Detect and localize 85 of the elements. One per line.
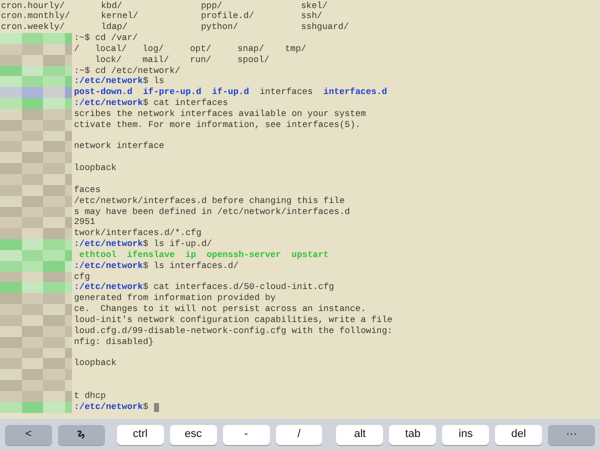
terminal-text: loopback bbox=[74, 163, 116, 174]
terminal-text: t dhcp bbox=[74, 390, 106, 402]
terminal-text: / bbox=[74, 44, 80, 55]
blurred-text bbox=[0, 239, 72, 250]
terminal-text: if-up.d bbox=[212, 87, 250, 98]
terminal-text: :/etc/network bbox=[74, 260, 143, 272]
terminal-text: loud-init's network configuration capabilities, write a file bbox=[74, 314, 392, 326]
keyboard-key[interactable]: ··· bbox=[548, 424, 595, 444]
terminal-text: kbd/ bbox=[101, 0, 122, 12]
blurred-text bbox=[0, 87, 72, 98]
terminal-text: ppp/ bbox=[201, 0, 222, 12]
terminal-text: :/etc/network bbox=[74, 402, 143, 413]
terminal-text: snap/ bbox=[238, 44, 264, 55]
blurred-text bbox=[0, 66, 72, 76]
terminal-text: cron.monthly/ bbox=[1, 11, 70, 22]
terminal-text: $ cat interfaces bbox=[143, 98, 228, 109]
terminal-text: opt/ bbox=[190, 44, 212, 55]
terminal-text: ce. Changes to it will not persist across an instance. bbox=[74, 304, 366, 315]
terminal-text: lock/ bbox=[95, 54, 122, 66]
keyboard-key[interactable]: ins bbox=[442, 424, 490, 444]
blurred-text bbox=[0, 76, 72, 88]
blurred-text bbox=[0, 250, 72, 261]
keyboard-key[interactable]: ctrl bbox=[116, 424, 164, 444]
terminal-text: openssh-server bbox=[206, 250, 281, 261]
terminal-text: $ ls if-up.d/ bbox=[143, 239, 212, 250]
terminal-text: kernel/ bbox=[101, 11, 138, 22]
handwriting-icon bbox=[76, 429, 86, 440]
terminal-text: :~$ cd /var/ bbox=[74, 33, 138, 44]
terminal-text: :/etc/network bbox=[74, 239, 143, 250]
terminal-text: ssh/ bbox=[301, 11, 322, 22]
terminal-text: loud.cfg.d/99-disable-network-config.cfg with the following: bbox=[74, 326, 392, 337]
keyboard-key[interactable]: / bbox=[276, 424, 322, 444]
terminal-text: $ ls interfaces.d/ bbox=[143, 260, 239, 272]
terminal-text: /etc/network/interfaces.d before changing this file bbox=[74, 196, 345, 207]
terminal-text: log/ bbox=[142, 44, 164, 55]
terminal-text: twork/interfaces.d/*.cfg bbox=[74, 228, 202, 240]
terminal-text: mail/ bbox=[142, 54, 170, 66]
blurred-text bbox=[0, 282, 72, 294]
terminal-text: $ cat interfaces.d/50-cloud-init.cfg bbox=[143, 282, 334, 294]
terminal-text: cron.weekly/ bbox=[1, 22, 65, 34]
terminal-text: ip bbox=[185, 250, 196, 261]
terminal-text: skel/ bbox=[301, 0, 328, 12]
keyboard-key[interactable]: - bbox=[222, 424, 270, 444]
terminal-text: $ ls bbox=[143, 76, 164, 88]
keyboard-key[interactable]: alt bbox=[336, 424, 384, 444]
blurred-text bbox=[0, 402, 72, 413]
terminal-text: nfig: disabled} bbox=[74, 336, 154, 348]
terminal-text: $ bbox=[143, 402, 148, 413]
terminal-text: tmp/ bbox=[285, 44, 306, 55]
terminal-text: scribes the network interfaces available on your system bbox=[74, 108, 366, 120]
keyboard-key[interactable]: del bbox=[495, 424, 542, 444]
terminal-text: ifenslave bbox=[127, 250, 175, 261]
terminal-text: sshguard/ bbox=[301, 22, 349, 34]
terminal-text: loopback bbox=[74, 358, 116, 370]
terminal-text: ctivate them. For more information, see interfaces(5). bbox=[74, 120, 361, 131]
terminal-text: profile.d/ bbox=[201, 11, 254, 22]
blurred-text bbox=[0, 260, 72, 272]
terminal-text: :~$ cd /etc/network/ bbox=[74, 66, 180, 76]
terminal-text: run/ bbox=[190, 54, 212, 66]
terminal-text: :/etc/network bbox=[74, 282, 143, 294]
blurred-text bbox=[0, 33, 72, 44]
keyboard-key[interactable] bbox=[58, 424, 105, 444]
terminal-text: faces bbox=[74, 184, 101, 196]
terminal-text: cfg bbox=[74, 272, 90, 282]
terminal-text: s may have been defined in /etc/network/interfaces.d bbox=[74, 206, 350, 218]
terminal-text: spool/ bbox=[238, 54, 270, 66]
terminal-text: if-pre-up.d bbox=[142, 87, 202, 98]
terminal-text: local/ bbox=[95, 44, 127, 55]
terminal-text: interfaces bbox=[260, 87, 313, 98]
terminal-text: cron.hourly/ bbox=[1, 0, 65, 12]
blurred-text bbox=[0, 98, 72, 109]
keyboard-key[interactable]: < bbox=[5, 424, 52, 444]
keyboard-key[interactable]: esc bbox=[170, 424, 217, 444]
terminal-text: post-down.d bbox=[74, 87, 132, 98]
terminal-text: 2951 bbox=[74, 217, 96, 228]
terminal-text: ldap/ bbox=[101, 22, 128, 34]
terminal-text: :/etc/network bbox=[74, 98, 143, 109]
terminal-text: upstart bbox=[292, 250, 329, 261]
terminal-text: python/ bbox=[201, 22, 238, 34]
terminal-text: :/etc/network bbox=[74, 76, 143, 88]
terminal-text: network interface bbox=[74, 141, 164, 152]
terminal-text: interfaces.d bbox=[323, 87, 388, 98]
keyboard-key[interactable]: tab bbox=[389, 424, 436, 444]
terminal-text: generated from information provided by bbox=[74, 293, 276, 304]
terminal-text: ethtool bbox=[79, 250, 116, 261]
